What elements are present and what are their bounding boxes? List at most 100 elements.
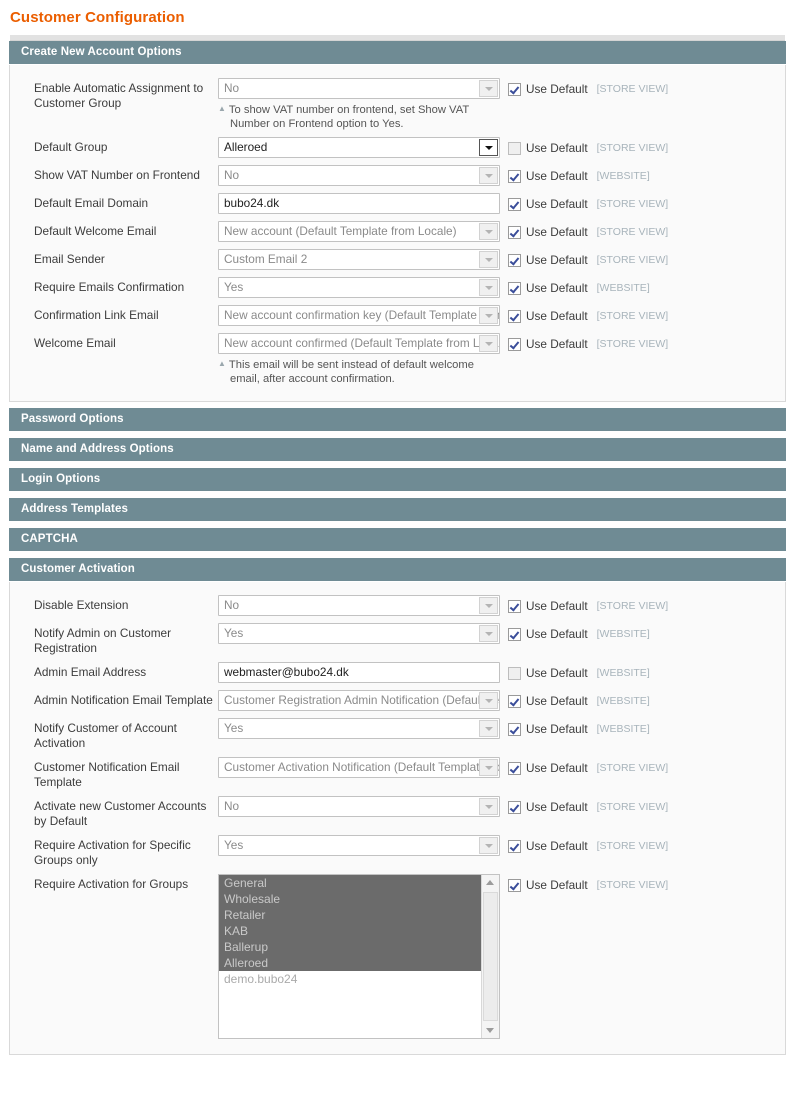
use-default-label: Use Default bbox=[526, 627, 588, 641]
use-default-checkbox[interactable] bbox=[508, 761, 521, 775]
chevron-down-icon[interactable] bbox=[479, 307, 498, 324]
multiselect-option[interactable]: Ballerup bbox=[219, 939, 482, 955]
use-default-checkbox[interactable] bbox=[508, 722, 521, 736]
multiselect-options: General Wholesale Retailer KAB Ballerup Aller… bbox=[219, 875, 482, 1038]
multiselect-option[interactable]: KAB bbox=[219, 923, 482, 939]
multiselect-option[interactable]: demo.bubo24 bbox=[219, 971, 482, 987]
use-default-checkbox[interactable] bbox=[508, 169, 521, 183]
groups-multiselect[interactable]: General Wholesale Retailer KAB Ballerup Aller… bbox=[218, 874, 500, 1039]
use-default-label: Use Default bbox=[526, 82, 588, 96]
select-dropdown[interactable]: New account confirmation key (Default Te… bbox=[218, 305, 500, 326]
chevron-down-icon[interactable] bbox=[479, 798, 498, 815]
field-wrapper: Yes bbox=[218, 718, 508, 739]
chevron-down-icon[interactable] bbox=[479, 837, 498, 854]
section-name-and-address-options: Name and Address Options bbox=[9, 438, 786, 462]
use-default-checkbox[interactable] bbox=[508, 337, 521, 351]
section-header-name-and-address-options[interactable]: Name and Address Options bbox=[9, 438, 786, 462]
text-input[interactable]: webmaster@bubo24.dk bbox=[218, 662, 500, 683]
use-default-group: Use Default [STORE VIEW] bbox=[508, 249, 668, 267]
use-default-checkbox[interactable] bbox=[508, 281, 521, 295]
select-dropdown[interactable]: New account (Default Template from Local… bbox=[218, 221, 500, 242]
select-dropdown[interactable]: New account confirmed (Default Template … bbox=[218, 333, 500, 354]
field-wrapper: Customer Registration Admin Notification… bbox=[218, 690, 508, 711]
scrollbar-thumb[interactable] bbox=[483, 892, 498, 1021]
select-dropdown[interactable]: Yes bbox=[218, 277, 500, 298]
form-row: Admin Notification Email Template Custome… bbox=[10, 687, 785, 715]
scope-badge: [STORE VIEW] bbox=[596, 254, 669, 266]
use-default-label: Use Default bbox=[526, 761, 588, 775]
chevron-down-icon[interactable] bbox=[479, 597, 498, 614]
chevron-down-icon[interactable] bbox=[479, 139, 498, 156]
multiselect-option[interactable]: Alleroed bbox=[219, 955, 482, 971]
use-default-checkbox[interactable] bbox=[508, 839, 521, 853]
select-dropdown[interactable]: Yes bbox=[218, 835, 500, 856]
multiselect-option[interactable]: Wholesale bbox=[219, 891, 482, 907]
chevron-down-icon[interactable] bbox=[479, 223, 498, 240]
use-default-checkbox[interactable] bbox=[508, 666, 521, 680]
use-default-checkbox[interactable] bbox=[508, 82, 521, 96]
select-dropdown[interactable]: No bbox=[218, 796, 500, 817]
use-default-group: Use Default [WEBSITE] bbox=[508, 718, 650, 736]
chevron-down-icon[interactable] bbox=[479, 720, 498, 737]
text-input[interactable]: bubo24.dk bbox=[218, 193, 500, 214]
chevron-down-icon[interactable] bbox=[479, 692, 498, 709]
use-default-checkbox[interactable] bbox=[508, 141, 521, 155]
scope-badge: [STORE VIEW] bbox=[596, 142, 669, 154]
field-label: Email Sender bbox=[34, 252, 105, 266]
chevron-down-icon[interactable] bbox=[479, 251, 498, 268]
field-value: Customer Activation Notification (Defaul… bbox=[224, 760, 499, 774]
use-default-group: Use Default [STORE VIEW] bbox=[508, 193, 668, 211]
field-value: New account confirmation key (Default Te… bbox=[224, 308, 499, 322]
select-dropdown[interactable]: Alleroed bbox=[218, 137, 500, 158]
use-default-label: Use Default bbox=[526, 878, 588, 892]
section-header-customer-activation[interactable]: Customer Activation bbox=[9, 558, 786, 582]
chevron-down-icon[interactable] bbox=[479, 759, 498, 776]
field-value: Yes bbox=[224, 721, 244, 735]
field-wrapper: New account confirmed (Default Template … bbox=[218, 333, 508, 386]
use-default-group: Use Default [STORE VIEW] bbox=[508, 835, 668, 853]
field-value: webmaster@bubo24.dk bbox=[224, 665, 349, 679]
select-dropdown[interactable]: Customer Registration Admin Notification… bbox=[218, 690, 500, 711]
section-header-login-options[interactable]: Login Options bbox=[9, 468, 786, 492]
section-header-create-new-account-options[interactable]: Create New Account Options bbox=[9, 41, 786, 65]
scroll-down-icon[interactable] bbox=[482, 1022, 498, 1038]
use-default-label: Use Default bbox=[526, 281, 588, 295]
use-default-checkbox[interactable] bbox=[508, 197, 521, 211]
chevron-down-icon[interactable] bbox=[479, 335, 498, 352]
chevron-down-icon[interactable] bbox=[479, 279, 498, 296]
use-default-checkbox[interactable] bbox=[508, 800, 521, 814]
section-header-address-templates[interactable]: Address Templates bbox=[9, 498, 786, 522]
select-dropdown[interactable]: Custom Email 2 bbox=[218, 249, 500, 270]
multiselect-option[interactable]: General bbox=[219, 875, 482, 891]
multiselect-option[interactable]: Retailer bbox=[219, 907, 482, 923]
field-label: Activate new Customer Accounts by Defaul… bbox=[34, 799, 207, 828]
select-dropdown[interactable]: No bbox=[218, 78, 500, 99]
use-default-checkbox[interactable] bbox=[508, 627, 521, 641]
use-default-group: Use Default [STORE VIEW] bbox=[508, 333, 668, 351]
use-default-group: Use Default [STORE VIEW] bbox=[508, 137, 668, 155]
section-header-captcha[interactable]: CAPTCHA bbox=[9, 528, 786, 552]
chevron-down-icon[interactable] bbox=[479, 80, 498, 97]
multiselect-scrollbar[interactable] bbox=[481, 875, 499, 1038]
select-dropdown[interactable]: Yes bbox=[218, 718, 500, 739]
section-header-password-options[interactable]: Password Options bbox=[9, 408, 786, 432]
field-value: Customer Registration Admin Notification… bbox=[224, 693, 499, 707]
scroll-up-icon[interactable] bbox=[482, 875, 498, 891]
scope-badge: [STORE VIEW] bbox=[596, 83, 669, 95]
use-default-checkbox[interactable] bbox=[508, 253, 521, 267]
use-default-checkbox[interactable] bbox=[508, 599, 521, 613]
select-dropdown[interactable]: No bbox=[218, 595, 500, 616]
use-default-checkbox[interactable] bbox=[508, 225, 521, 239]
select-dropdown[interactable]: Yes bbox=[218, 623, 500, 644]
use-default-label: Use Default bbox=[526, 800, 588, 814]
chevron-down-icon[interactable] bbox=[479, 167, 498, 184]
use-default-checkbox[interactable] bbox=[508, 878, 521, 892]
use-default-checkbox[interactable] bbox=[508, 309, 521, 323]
use-default-checkbox[interactable] bbox=[508, 694, 521, 708]
chevron-down-icon[interactable] bbox=[479, 625, 498, 642]
select-dropdown[interactable]: Customer Activation Notification (Defaul… bbox=[218, 757, 500, 778]
scope-badge: [WEBSITE] bbox=[596, 667, 650, 679]
field-wrapper: General Wholesale Retailer KAB Ballerup Aller… bbox=[218, 874, 508, 1039]
select-dropdown[interactable]: No bbox=[218, 165, 500, 186]
field-value: New account confirmed (Default Template … bbox=[224, 336, 500, 350]
